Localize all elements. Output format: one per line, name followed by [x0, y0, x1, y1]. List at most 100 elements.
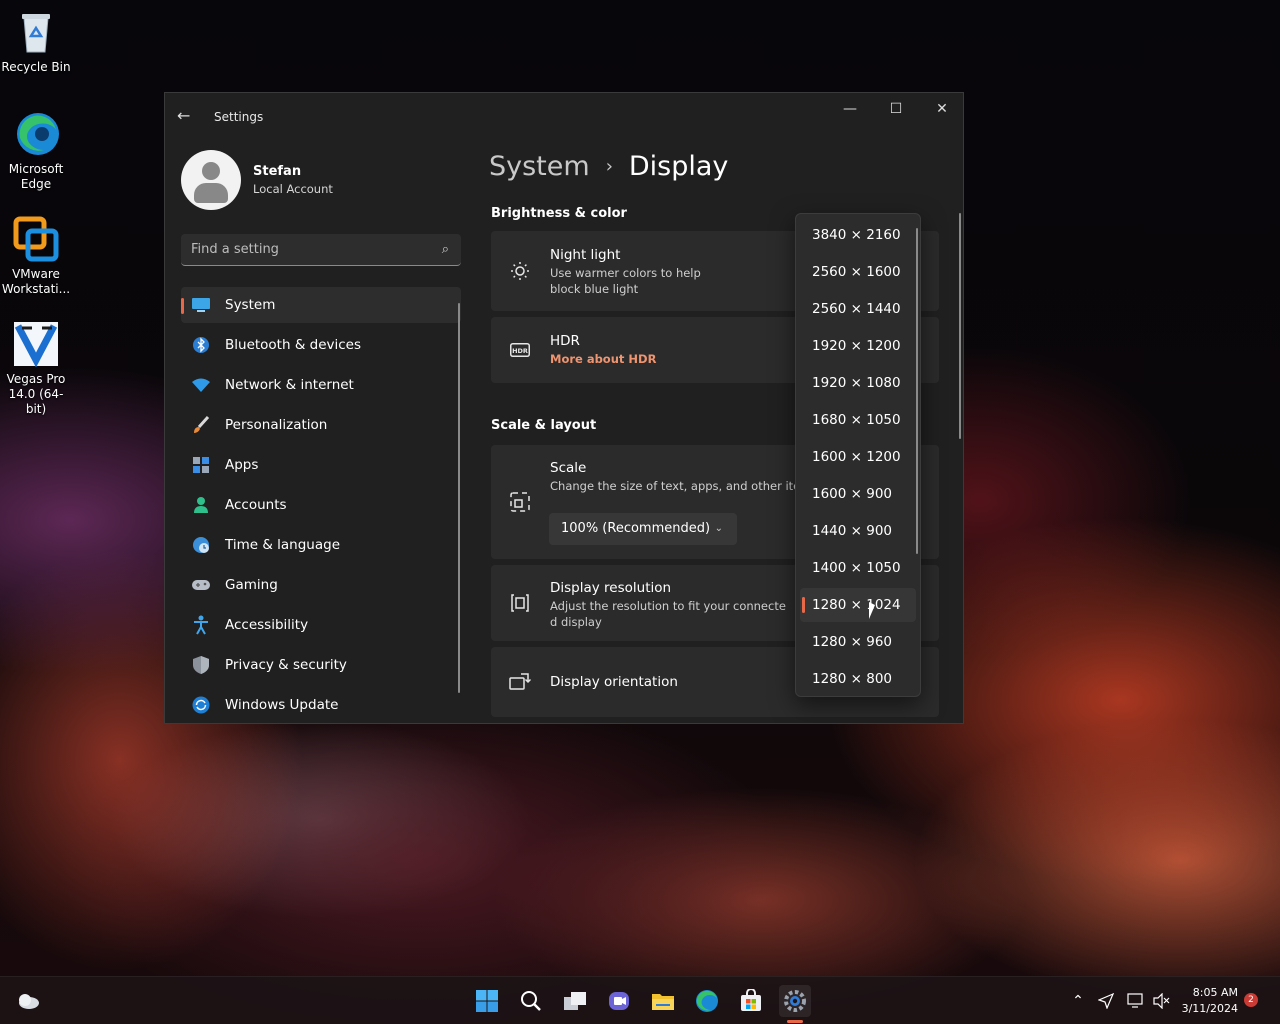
- edge-icon: [12, 110, 60, 158]
- search-placeholder: Find a setting: [191, 242, 279, 257]
- sidebar-item-personalization[interactable]: Personalization: [181, 407, 461, 443]
- resolution-option[interactable]: 2560 × 1600: [800, 255, 916, 289]
- vegas-pro-icon: [12, 320, 60, 368]
- scale-desc: Change the size of text, apps, and other…: [550, 479, 818, 493]
- desktop-icon-edge[interactable]: Microsoft Edge: [0, 110, 72, 192]
- edge-icon[interactable]: [691, 985, 723, 1017]
- title-bar: ← Settings — ☐ ✕: [165, 93, 963, 139]
- scale-title: Scale: [550, 460, 587, 476]
- sidebar-item-system[interactable]: System: [181, 287, 461, 323]
- notification-badge[interactable]: 2: [1244, 993, 1258, 1007]
- sidebar-item-apps[interactable]: Apps: [181, 447, 461, 483]
- resolution-option[interactable]: 1440 × 900: [800, 514, 916, 548]
- svg-text:HDR: HDR: [512, 347, 528, 355]
- sidebar-item-time-language[interactable]: Time & language: [181, 527, 461, 563]
- desktop-icon-label: Recycle Bin: [1, 60, 71, 74]
- system-clock[interactable]: 8:05 AM 3/11/2024: [1182, 985, 1238, 1017]
- resolution-dropdown-list: 3840 × 2160 2560 × 1600 2560 × 1440 1920…: [795, 213, 921, 697]
- bluetooth-icon: [191, 335, 211, 355]
- file-explorer-icon[interactable]: [647, 985, 679, 1017]
- desktop-icon-label: Microsoft Edge: [8, 162, 64, 191]
- sidebar-item-accessibility[interactable]: Accessibility: [181, 607, 461, 643]
- active-app-indicator: [787, 1020, 803, 1023]
- wifi-icon: [191, 375, 211, 395]
- resolution-option[interactable]: 1280 × 960: [800, 625, 916, 659]
- task-view-icon[interactable]: [559, 985, 591, 1017]
- weather-icon[interactable]: [12, 985, 44, 1017]
- resolution-option[interactable]: 1600 × 900: [800, 477, 916, 511]
- resolution-desc-line2: d display: [550, 615, 602, 629]
- store-icon[interactable]: [735, 985, 767, 1017]
- resolution-icon: [509, 592, 531, 614]
- hdr-more-link[interactable]: More about HDR: [550, 352, 656, 366]
- brightness-icon: [509, 260, 531, 282]
- resolution-option[interactable]: 1600 × 1200: [800, 440, 916, 474]
- night-light-title: Night light: [550, 247, 621, 263]
- maximize-button[interactable]: ☐: [873, 93, 919, 125]
- page-title: Display: [628, 151, 729, 182]
- resolution-option[interactable]: 3840 × 2160: [800, 218, 916, 252]
- chevron-down-icon: ⌄: [714, 523, 723, 534]
- section-title-scale-layout: Scale & layout: [491, 418, 597, 433]
- resolution-option[interactable]: 1920 × 1080: [800, 366, 916, 400]
- dropdown-scrollbar[interactable]: [916, 228, 918, 554]
- sidebar-item-gaming[interactable]: Gaming: [181, 567, 461, 603]
- sidebar-item-privacy[interactable]: Privacy & security: [181, 647, 461, 683]
- main-scrollbar[interactable]: [959, 213, 961, 439]
- back-button[interactable]: ←: [177, 106, 199, 126]
- desktop-icon-label: Vegas Pro 14.0 (64-bit): [6, 372, 66, 416]
- mouse-cursor-icon: [869, 602, 875, 619]
- breadcrumb-parent[interactable]: System: [489, 151, 590, 182]
- vmware-icon: [12, 215, 60, 263]
- clock-time: 8:05 AM: [1192, 986, 1238, 999]
- apps-icon: [191, 455, 211, 475]
- profile-account-type: Local Account: [253, 182, 333, 196]
- orientation-title: Display orientation: [550, 674, 678, 690]
- search-input[interactable]: Find a setting ⌕: [181, 234, 461, 266]
- settings-window: ← Settings — ☐ ✕ Stefan Local Account Fi…: [164, 92, 964, 724]
- window-title: Settings: [214, 110, 264, 124]
- user-profile[interactable]: Stefan Local Account: [181, 150, 333, 210]
- teams-chat-icon[interactable]: [603, 985, 635, 1017]
- settings-icon[interactable]: [779, 985, 811, 1017]
- sidebar-scrollbar[interactable]: [458, 303, 460, 693]
- resolution-option[interactable]: 1920 × 1200: [800, 329, 916, 363]
- sidebar-item-bluetooth[interactable]: Bluetooth & devices: [181, 327, 461, 363]
- resolution-option[interactable]: 1680 × 1050: [800, 403, 916, 437]
- hdr-icon: HDR: [509, 339, 531, 361]
- desktop-icon-vegas-pro[interactable]: Vegas Pro 14.0 (64-bit): [0, 320, 72, 417]
- resolution-desc-line1: Adjust the resolution to fit your connec…: [550, 599, 786, 613]
- close-button[interactable]: ✕: [919, 93, 963, 125]
- breadcrumb: System › Display: [489, 151, 728, 182]
- scale-dropdown[interactable]: 100% (Recommended) ⌄: [549, 513, 737, 545]
- avatar: [181, 150, 241, 210]
- update-icon: [191, 695, 211, 715]
- desktop-icon-recycle-bin[interactable]: Recycle Bin: [0, 8, 72, 75]
- arrow-left-icon: ←: [177, 106, 191, 125]
- sidebar-item-accounts[interactable]: Accounts: [181, 487, 461, 523]
- desktop-icon-label: VMware Workstati...: [1, 267, 71, 296]
- resolution-option[interactable]: 1400 × 1050: [800, 551, 916, 585]
- resolution-option-selected[interactable]: 1280 × 1024: [800, 588, 916, 622]
- sidebar-nav: System Bluetooth & devices Network & int…: [181, 287, 461, 723]
- minimize-button[interactable]: —: [827, 93, 873, 125]
- send-icon[interactable]: [1090, 985, 1122, 1017]
- start-icon[interactable]: [471, 985, 503, 1017]
- scale-value: 100% (Recommended): [561, 521, 711, 536]
- gamepad-icon: [191, 575, 211, 595]
- taskbar: ⌃ 8:05 AM 3/11/2024 2: [0, 976, 1280, 1024]
- night-light-desc-line2: block blue light: [550, 282, 639, 296]
- brush-icon: [191, 415, 211, 435]
- system-icon: [191, 295, 211, 315]
- hdr-title: HDR: [550, 333, 580, 349]
- clock-date: 3/11/2024: [1181, 1002, 1238, 1015]
- sidebar-item-network[interactable]: Network & internet: [181, 367, 461, 403]
- resolution-option[interactable]: 2560 × 1440: [800, 292, 916, 326]
- volume-muted-icon[interactable]: [1146, 985, 1178, 1017]
- resolution-option[interactable]: 1280 × 800: [800, 662, 916, 696]
- search-icon[interactable]: [515, 985, 547, 1017]
- resolution-title: Display resolution: [550, 580, 672, 596]
- sidebar-item-windows-update[interactable]: Windows Update: [181, 687, 461, 723]
- desktop-icon-vmware[interactable]: VMware Workstati...: [0, 215, 72, 297]
- night-light-desc-line1: Use warmer colors to help: [550, 266, 701, 280]
